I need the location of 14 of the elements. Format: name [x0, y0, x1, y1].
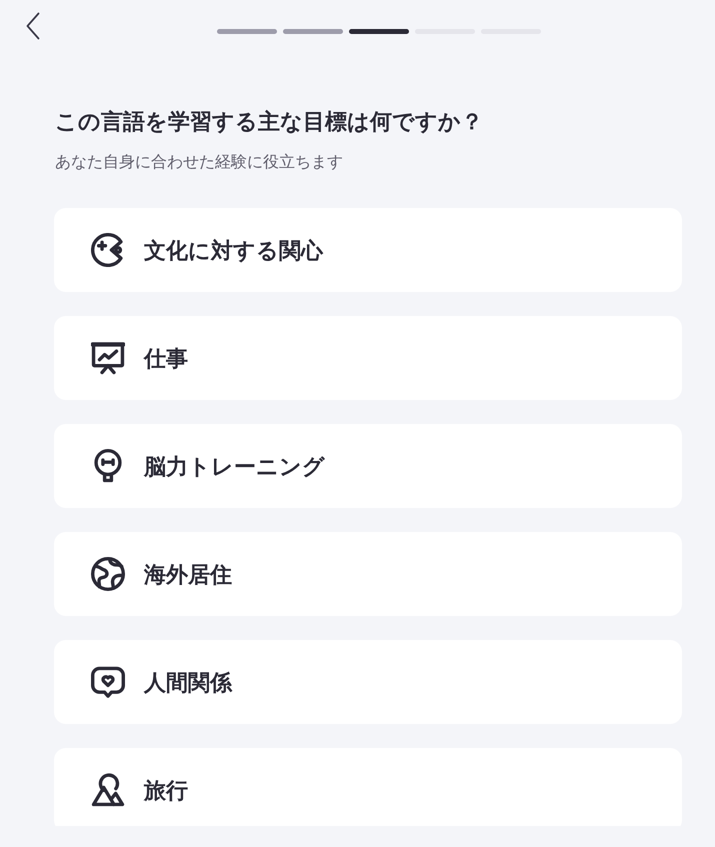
goal-option[interactable]: 脳力トレーニング — [54, 424, 682, 508]
goal-option[interactable]: 文化に対する関心 — [54, 208, 682, 292]
goal-option[interactable]: 旅行 — [54, 748, 682, 826]
globe-icon — [91, 557, 125, 591]
pacman-icon — [91, 233, 125, 267]
heart-chat-icon — [91, 665, 125, 699]
chevron-left-icon — [26, 12, 40, 40]
goal-option[interactable]: 仕事 — [54, 316, 682, 400]
goal-option[interactable]: 海外居住 — [54, 532, 682, 616]
question-subtitle: あなた自身に合わせた経験に役立ちます — [55, 152, 344, 173]
presentation-chart-icon — [91, 341, 125, 375]
goal-option[interactable]: 人間関係 — [54, 640, 682, 724]
mountain-sun-icon — [91, 773, 125, 807]
question-title: この言語を学習する主な目標は何ですか？ — [55, 108, 484, 136]
